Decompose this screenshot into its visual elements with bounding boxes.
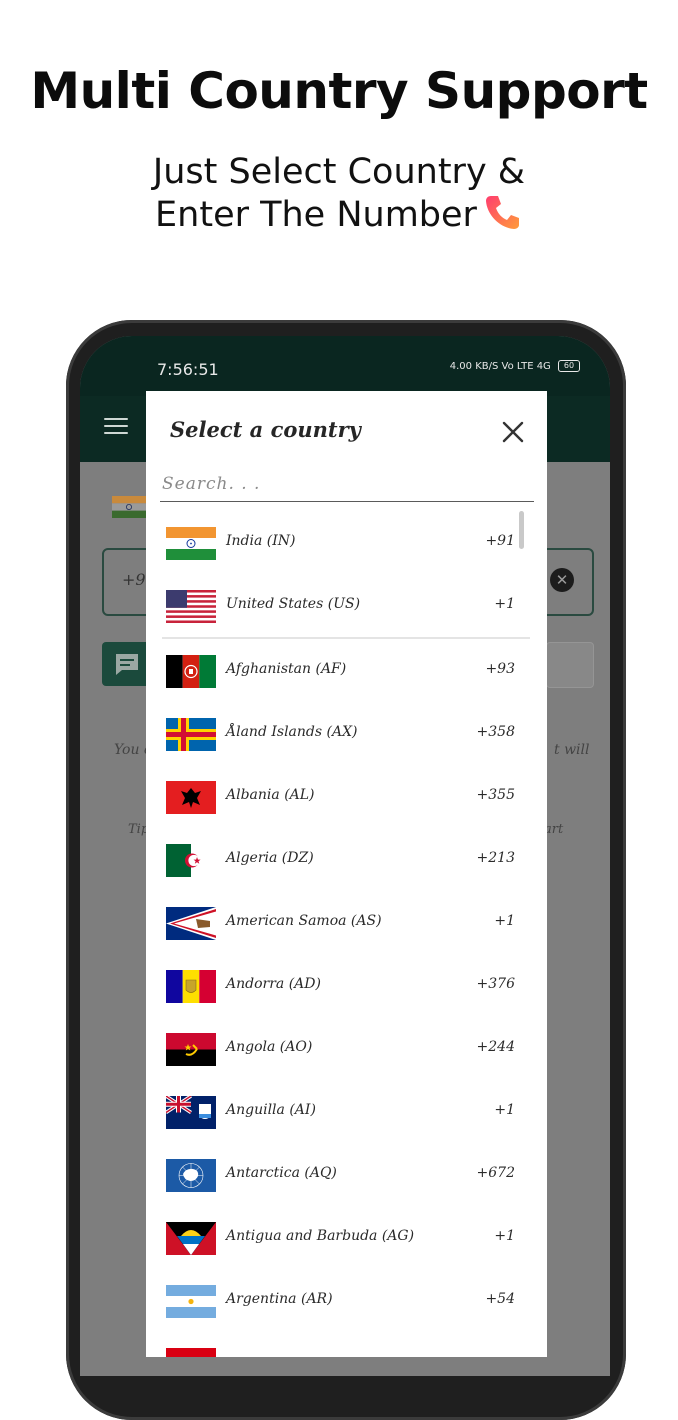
status-time: 7:56:51 [157,360,219,379]
phone-prefix-text: +9 [122,570,146,589]
country-row-andorra[interactable]: Andorra (AD) +376 [146,954,547,1017]
close-icon[interactable] [496,415,530,449]
country-name: Antigua and Barbuda (AG) [226,1228,415,1244]
country-row-antarctica[interactable]: Antarctica (AQ) +672 [146,1143,547,1206]
country-name: Angola (AO) [226,1039,313,1055]
country-name: Afghanistan (AF) [226,661,347,677]
secondary-button[interactable] [546,642,594,688]
hamburger-menu-icon[interactable] [104,418,128,436]
country-row-algeria[interactable]: Algeria (DZ) +213 [146,828,547,891]
dial-code: +355 [476,787,515,803]
dial-code: +54 [485,1291,515,1307]
message-button[interactable] [102,642,152,686]
dial-code: +1 [494,1102,515,1118]
dial-code: +93 [485,661,515,677]
promo-subline-1: Just Select Country & [152,152,526,192]
dial-code: +244 [476,1039,515,1055]
country-name: Åland Islands (AX) [226,724,358,740]
selected-flag-india[interactable] [112,496,146,518]
promo-subline-2: Enter The Number [155,195,477,235]
flag-american-samoa-icon [166,907,216,940]
country-name: Anguilla (AI) [226,1102,316,1118]
flag-albania-icon [166,781,216,814]
country-name: Albania (AL) [226,787,315,803]
country-name: Argentina (AR) [226,1291,333,1307]
dialog-title: Select a country [170,417,361,442]
flag-antarctica-icon [166,1159,216,1192]
country-row-american-samoa[interactable]: American Samoa (AS) +1 [146,891,547,954]
country-row-anguilla[interactable]: Anguilla (AI) +1 [146,1080,547,1143]
flag-antigua-and-barbuda-icon [166,1222,216,1255]
status-icons: 4.00 KB/S Vo LTE 4G 60 [450,360,580,372]
clear-icon[interactable]: ✕ [550,568,574,592]
net-speed: 4.00 KB/S [449,361,499,372]
dial-code: +672 [476,1165,515,1181]
info-text-right: t will [554,742,590,758]
flag-algeria-icon [166,844,216,877]
dial-code: +1 [494,596,515,612]
battery-icon: 60 [558,360,580,372]
flag-angola-icon [166,1033,216,1066]
flag-andorra-icon [166,970,216,1003]
country-row-antigua-and-barbuda[interactable]: Antigua and Barbuda (AG) +1 [146,1206,547,1269]
promo-headline: Multi Country Support [30,62,648,120]
country-name: India (IN) [226,533,296,549]
dial-code: +91 [485,533,515,549]
telephone-receiver-icon [485,196,519,229]
country-row-argentina[interactable]: Argentina (AR) +54 [146,1269,547,1332]
flag-india-icon [166,527,216,560]
dial-code: +1 [494,1228,515,1244]
promo-subline-2-wrap: Enter The Number [0,192,678,235]
flag-afghanistan-icon [166,655,216,688]
country-name: Algeria (DZ) [226,850,314,866]
flag-argentina-icon [166,1285,216,1318]
country-row-afghanistan[interactable]: Afghanistan (AF) +93 [146,639,547,702]
country-row-albania[interactable]: Albania (AL) +355 [146,765,547,828]
country-name: Antarctica (AQ) [226,1165,337,1181]
flag-aland-islands-icon [166,718,216,751]
dial-code: +376 [476,976,515,992]
country-name: Andorra (AD) [226,976,321,992]
flag-united-states-icon [166,590,216,623]
country-row-united-states[interactable]: United States (US) +1 [146,574,547,637]
flag-anguilla-icon [166,1096,216,1129]
message-icon [116,654,138,675]
dial-code: +1 [494,913,515,929]
dial-code: +213 [476,850,515,866]
flag-partial-icon [166,1348,216,1357]
status-bar: 7:56:51 4.00 KB/S Vo LTE 4G 60 [80,336,610,396]
country-row-india[interactable]: India (IN) +91 [146,511,547,574]
country-row-aland-islands[interactable]: Åland Islands (AX) +358 [146,702,547,765]
country-row-angola[interactable]: Angola (AO) +244 [146,1017,547,1080]
search-input[interactable] [160,467,534,502]
country-picker-dialog: Select a country India (IN) +91 United S… [146,391,547,1357]
country-name: American Samoa (AS) [226,913,382,929]
country-name: United States (US) [226,596,361,612]
signal-icons: Vo LTE 4G [501,361,551,372]
dial-code: +358 [476,724,515,740]
country-row-partial[interactable] [146,1332,547,1357]
